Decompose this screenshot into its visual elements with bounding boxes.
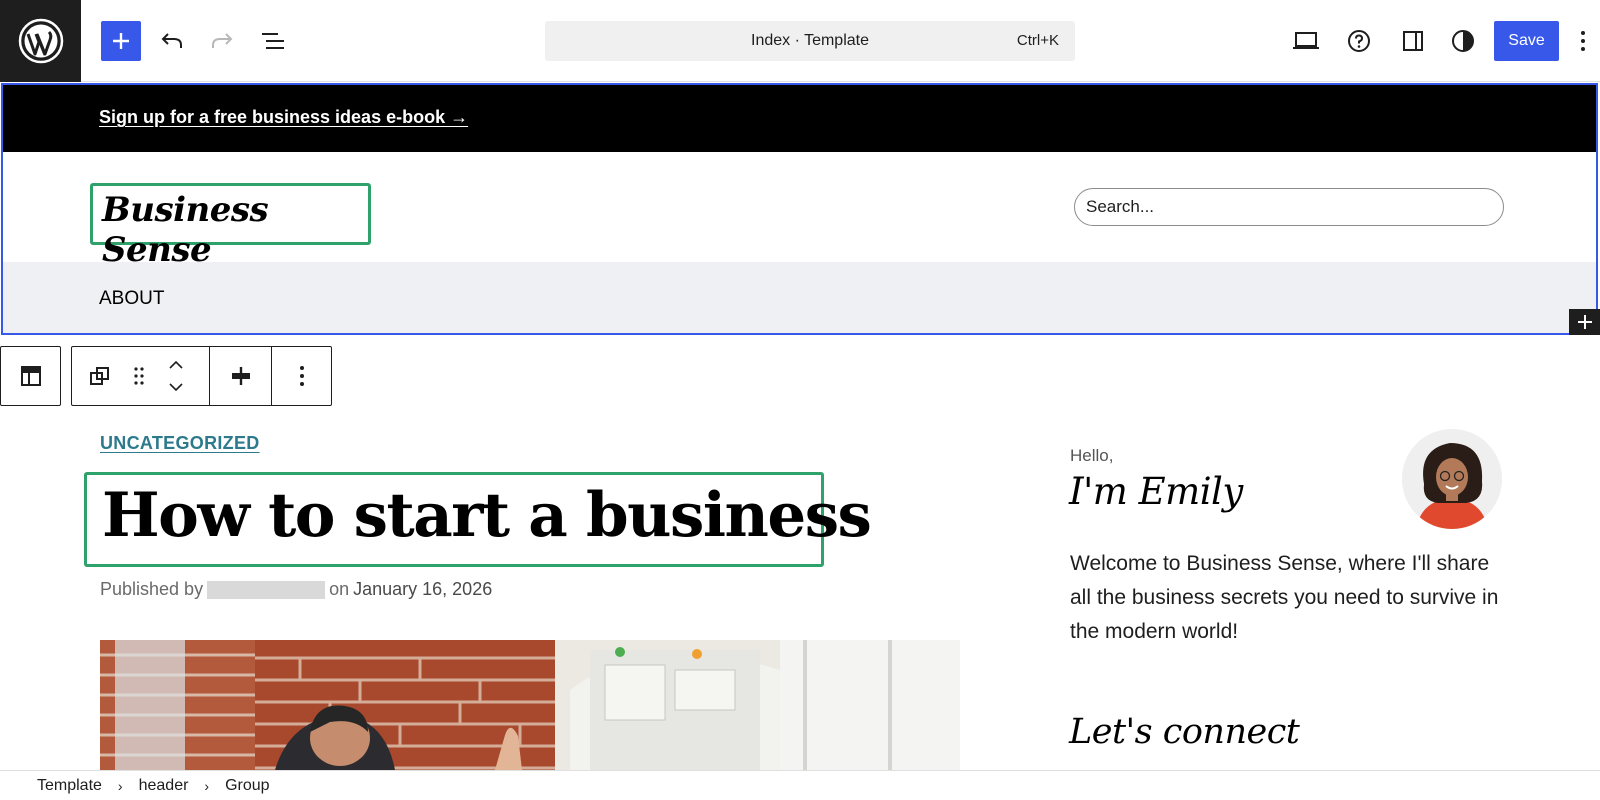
document-overview-button[interactable]: [253, 21, 293, 61]
block-inserter-button[interactable]: [101, 21, 141, 61]
block-toolbar: [71, 346, 332, 406]
block-options-button[interactable]: [272, 347, 331, 405]
wordpress-icon: [18, 18, 63, 64]
command-palette-button[interactable]: Index · Template Ctrl+K: [545, 21, 1075, 61]
banner-link[interactable]: Sign up for a free business ideas e-book…: [99, 107, 468, 128]
search-input[interactable]: Search...: [1074, 188, 1504, 226]
author-name-redacted: [207, 580, 326, 599]
connect-heading: Let's connect: [1069, 712, 1300, 752]
justification-button[interactable]: [210, 347, 271, 405]
transform-block-button[interactable]: [84, 347, 116, 405]
post-category-link[interactable]: UNCATEGORIZED: [100, 433, 260, 454]
editor-top-toolbar: Index · Template Ctrl+K Save: [0, 0, 1600, 82]
redo-icon: [212, 33, 233, 48]
post-title: How to start a business: [102, 480, 872, 551]
header-group-block[interactable]: Sign up for a free business ideas e-book…: [1, 83, 1598, 335]
options-menu-button[interactable]: [1568, 21, 1598, 61]
published-by-label: Published by: [100, 579, 204, 599]
post-date: January 16, 2026: [353, 579, 493, 599]
plus-icon: [113, 33, 129, 49]
device-preview-button[interactable]: [1286, 21, 1326, 61]
desktop-icon: [1293, 32, 1319, 49]
hello-text: Hello,: [1070, 446, 1114, 465]
chevron-right-icon: ›: [117, 777, 123, 794]
post-title-block[interactable]: How to start a business: [84, 472, 872, 567]
on-label: on: [329, 579, 350, 599]
undo-button[interactable]: [152, 21, 192, 61]
promo-banner: Sign up for a free business ideas e-book…: [3, 85, 1596, 152]
search-placeholder: Search...: [1086, 197, 1155, 216]
chevron-up-down-icon: [169, 360, 183, 392]
drag-handle-icon: [134, 367, 144, 385]
redo-button[interactable]: [202, 21, 242, 61]
post-meta: Published by on January 16, 2026: [100, 579, 492, 600]
save-button[interactable]: Save: [1494, 21, 1559, 61]
block-breadcrumb: Template › header › Group: [0, 770, 1600, 800]
editor-canvas: Sign up for a free business ideas e-book…: [0, 82, 1600, 770]
help-icon: [1348, 30, 1370, 52]
featured-image: [100, 640, 960, 770]
breadcrumb-item-template[interactable]: Template: [33, 777, 106, 795]
undo-icon: [161, 33, 182, 48]
office-photo-image: [100, 640, 960, 770]
move-up-down-buttons[interactable]: [162, 347, 190, 405]
command-label: Index · Template: [751, 32, 869, 49]
copy-icon: [90, 367, 109, 385]
help-button[interactable]: [1339, 21, 1379, 61]
more-vertical-icon: [1581, 31, 1585, 51]
wordpress-logo-button[interactable]: [0, 0, 81, 82]
sidebar-icon: [1403, 31, 1423, 51]
welcome-paragraph: Welcome to Business Sense, where I'll sh…: [1070, 552, 1499, 643]
command-shortcut: Ctrl+K: [1016, 32, 1059, 49]
more-vertical-icon: [299, 366, 304, 386]
plus-icon: [1577, 315, 1592, 329]
justify-center-icon: [231, 367, 250, 385]
settings-sidebar-button[interactable]: [1393, 21, 1433, 61]
site-title-block[interactable]: Business Sense: [90, 183, 371, 270]
select-parent-block-button[interactable]: [0, 346, 61, 406]
template-part-icon: [20, 366, 41, 386]
contrast-icon: [1452, 30, 1474, 52]
breadcrumb-item-group[interactable]: Group: [221, 777, 273, 795]
drag-handle[interactable]: [127, 347, 151, 405]
chevron-right-icon: ›: [204, 777, 210, 794]
navigation-row: ABOUT: [3, 262, 1596, 333]
site-title: Business Sense: [102, 190, 269, 270]
inline-inserter-button[interactable]: [1569, 309, 1600, 335]
avatar: [1402, 429, 1502, 529]
author-heading: I'm Emily: [1069, 470, 1243, 513]
list-view-icon: [262, 33, 284, 49]
avatar-image: [1402, 429, 1502, 529]
breadcrumb-item-header[interactable]: header: [135, 777, 193, 795]
styles-button[interactable]: [1443, 21, 1483, 61]
nav-item-about[interactable]: ABOUT: [99, 288, 164, 310]
